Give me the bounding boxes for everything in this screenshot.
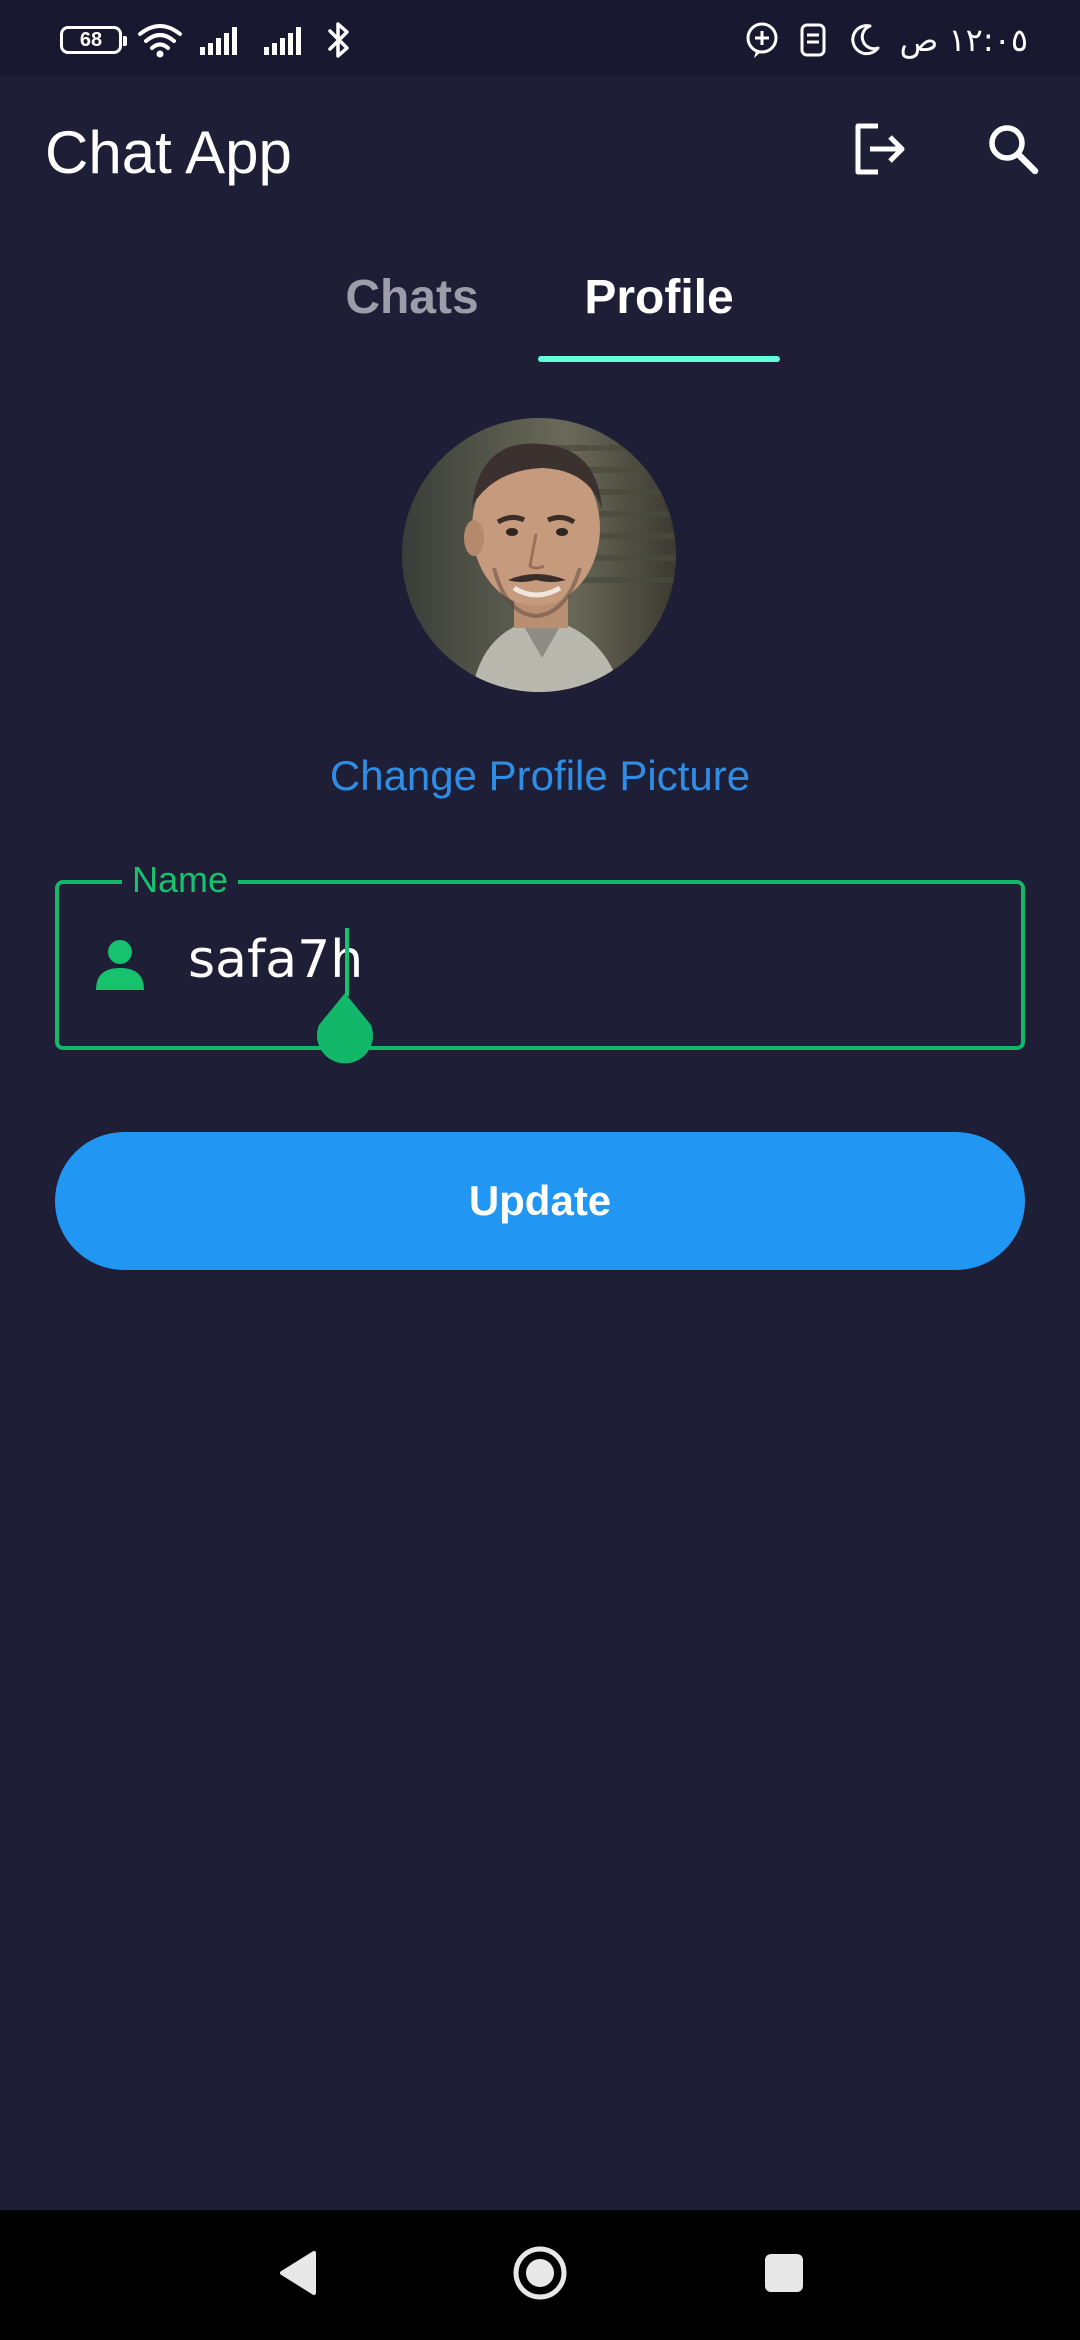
status-left-icons: 68: [60, 18, 352, 62]
signal-icon: [198, 23, 248, 57]
sim-icon: [798, 22, 828, 58]
tab-bar: Chats Profile: [0, 232, 1080, 362]
logout-button[interactable]: [836, 106, 926, 196]
search-icon: [986, 122, 1040, 181]
navigation-bar: [0, 2210, 1080, 2340]
moon-icon: [846, 22, 882, 58]
cursor-handle[interactable]: [313, 993, 377, 1065]
recents-button[interactable]: [744, 2235, 824, 2315]
signal-icon: [262, 23, 312, 57]
wifi-icon: [136, 20, 184, 60]
text-caret: [345, 928, 349, 996]
battery-icon: 68: [60, 26, 127, 54]
status-bar: 68 ١٢:٠٥ ص: [0, 0, 1080, 76]
status-right-icons: ١٢:٠٥ ص: [744, 18, 1028, 62]
logout-icon: [852, 122, 910, 181]
add-message-icon: [744, 21, 780, 59]
tab-profile[interactable]: Profile: [538, 232, 780, 362]
change-profile-picture-link[interactable]: Change Profile Picture: [0, 752, 1080, 800]
home-button[interactable]: [500, 2235, 580, 2315]
app-title: Chat App: [45, 119, 292, 186]
profile-screen: 68 ١٢:٠٥ ص Chat App Chats Profile Change…: [0, 0, 1080, 2340]
tab-chats[interactable]: Chats: [330, 232, 494, 362]
back-button[interactable]: [258, 2235, 338, 2315]
status-time: ١٢:٠٥ ص: [899, 21, 1028, 59]
home-icon: [510, 2243, 570, 2308]
app-bar: Chat App: [0, 76, 1080, 232]
back-icon: [276, 2249, 320, 2302]
avatar[interactable]: [402, 418, 676, 692]
name-field-label: Name: [122, 858, 239, 902]
bluetooth-icon: [326, 20, 352, 60]
name-input[interactable]: safa7h: [188, 928, 363, 992]
update-button[interactable]: Update: [55, 1132, 1025, 1270]
battery-level: 68: [79, 29, 103, 51]
recents-icon: [762, 2251, 806, 2300]
person-icon: [92, 936, 148, 992]
search-button[interactable]: [968, 106, 1058, 196]
tab-indicator: [538, 356, 780, 362]
